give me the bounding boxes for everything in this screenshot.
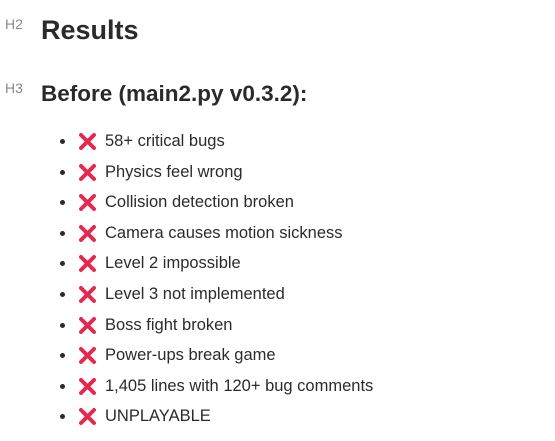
- bullet-dot: [60, 383, 65, 389]
- list-item: Collision detection broken: [0, 187, 555, 218]
- list-item-text: Physics feel wrong: [105, 162, 243, 181]
- bullet-dot: [60, 322, 65, 328]
- cross-mark-icon: [78, 254, 97, 273]
- cross-mark-icon: [78, 316, 97, 335]
- cross-mark-icon: [78, 163, 97, 182]
- before-issues-list: 58+ critical bugs Physics feel wrong Colli…: [0, 126, 555, 432]
- document-page: H2 Results H3 Before (main2.py v0.3.2): …: [0, 0, 555, 441]
- bullet-dot: [60, 169, 65, 175]
- list-item: Boss fight broken: [0, 310, 555, 341]
- list-item-text: 58+ critical bugs: [105, 132, 225, 150]
- cross-mark-icon: [78, 132, 97, 151]
- list-item: 1,405 lines with 120+ bug comments: [0, 371, 555, 402]
- cross-mark-icon: [78, 285, 97, 304]
- list-item-text: Collision detection broken: [105, 193, 294, 212]
- list-item-text: Level 3 not implemented: [105, 284, 285, 303]
- cross-mark-icon: [78, 224, 97, 243]
- list-item: Level 2 impossible: [0, 248, 555, 279]
- list-item-text: Power-ups break game: [105, 346, 276, 365]
- list-item-text: 1,405 lines with 120+ bug comments: [105, 376, 374, 395]
- bullet-dot: [60, 353, 65, 359]
- bullet-dot: [60, 200, 65, 206]
- cross-mark-icon: [78, 407, 97, 426]
- bullet-dot: [60, 139, 65, 144]
- cross-mark-icon: [78, 193, 97, 212]
- list-item: Level 3 not implemented: [0, 279, 555, 310]
- list-item: 58+ critical bugs: [0, 126, 555, 157]
- list-item-text: UNPLAYABLE: [105, 407, 211, 426]
- list-item: Physics feel wrong: [0, 157, 555, 188]
- list-item: UNPLAYABLE: [0, 401, 555, 432]
- list-item: Camera causes motion sickness: [0, 218, 555, 249]
- list-item-text: Camera causes motion sickness: [105, 223, 343, 242]
- cross-mark-icon: [78, 346, 97, 365]
- bullet-dot: [60, 230, 65, 236]
- h3-level-tag: H3: [5, 80, 23, 96]
- h2-level-tag: H2: [5, 16, 23, 32]
- list-item-text: Level 2 impossible: [105, 254, 241, 273]
- bullet-dot: [60, 414, 65, 420]
- list-item: Power-ups break game: [0, 340, 555, 371]
- before-heading: Before (main2.py v0.3.2):: [41, 81, 308, 106]
- results-heading: Results: [41, 15, 139, 45]
- list-item-text: Boss fight broken: [105, 315, 233, 334]
- bullet-dot: [60, 291, 65, 297]
- bullet-dot: [60, 261, 65, 267]
- cross-mark-icon: [78, 377, 97, 396]
